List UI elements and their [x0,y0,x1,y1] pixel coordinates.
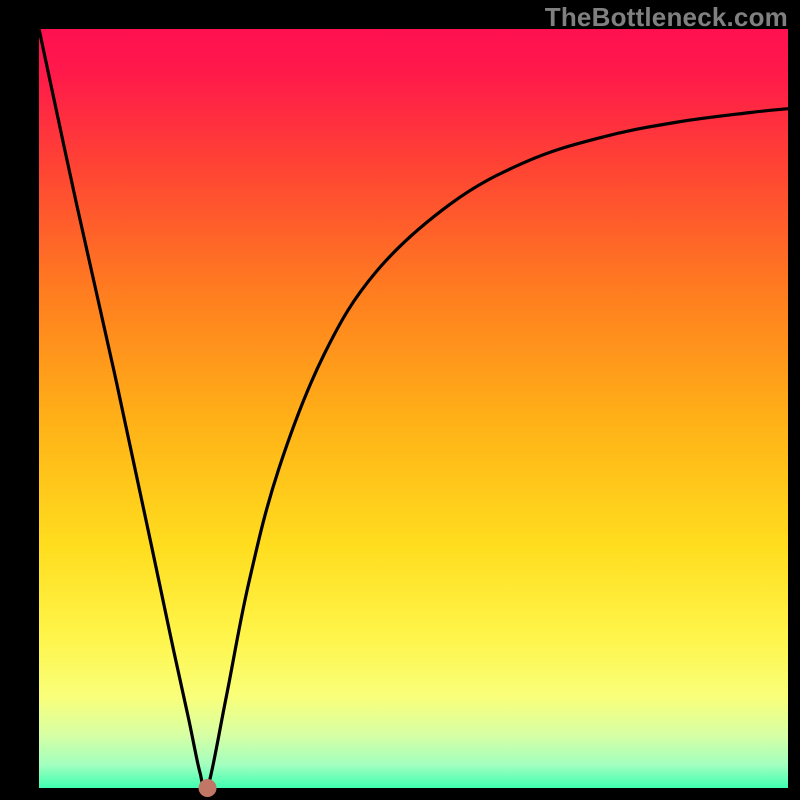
plot-background [39,29,788,788]
chart-svg [0,0,800,800]
marker-dot [199,779,217,797]
watermark-label: TheBottleneck.com [545,2,788,33]
chart-frame: TheBottleneck.com [0,0,800,800]
